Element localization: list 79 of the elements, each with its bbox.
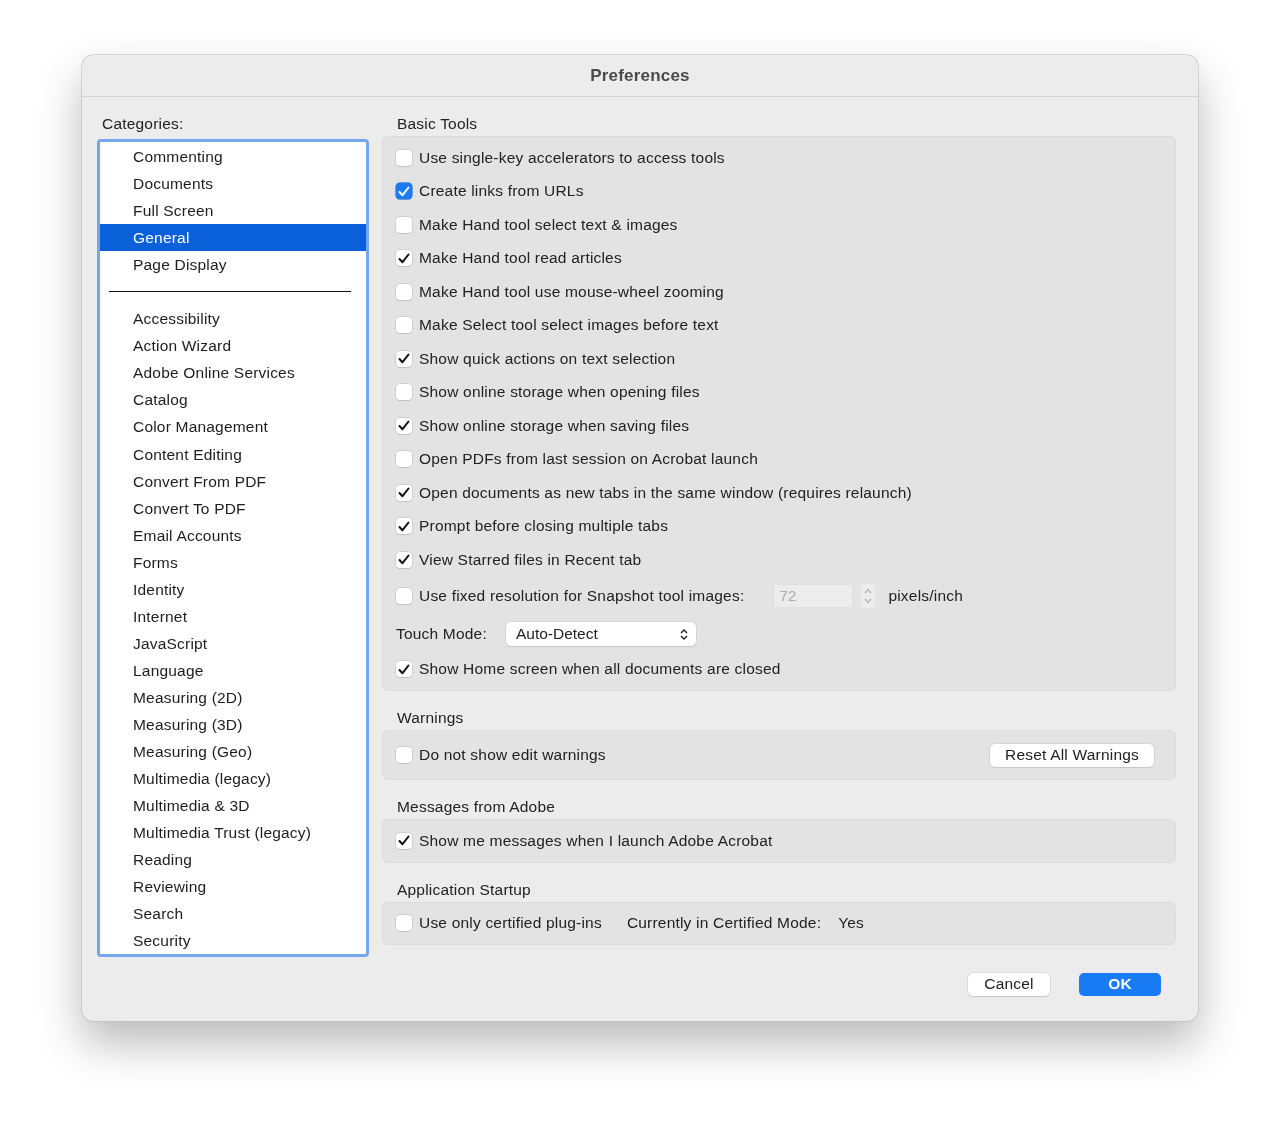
- ok-button[interactable]: OK: [1079, 972, 1161, 996]
- touch-mode-label: Touch Mode:: [396, 625, 487, 643]
- section-title: Messages from Adobe: [396, 798, 557, 817]
- category-item[interactable]: Search: [100, 900, 366, 928]
- category-item[interactable]: Adobe Online Services: [100, 359, 366, 387]
- section-title: Basic Tools: [396, 115, 479, 134]
- checkbox[interactable]: [396, 747, 412, 763]
- category-item[interactable]: Email Accounts: [100, 521, 366, 549]
- category-item[interactable]: Action Wizard: [100, 332, 366, 360]
- certified-mode-label: Currently in Certified Mode:: [626, 914, 822, 932]
- unit-label: pixels/inch: [888, 587, 963, 605]
- checkbox-label: Show online storage when saving files: [419, 416, 690, 435]
- checkbox-label: Make Hand tool select text & images: [419, 215, 678, 234]
- checkbox-label: Make Hand tool use mouse-wheel zooming: [419, 282, 724, 301]
- checkbox-label: Make Hand tool read articles: [419, 249, 622, 268]
- checkbox-label: Do not show edit warnings: [419, 746, 606, 764]
- category-item[interactable]: Color Management: [100, 413, 366, 441]
- category-item[interactable]: Language: [100, 656, 366, 684]
- category-item[interactable]: Measuring (Geo): [100, 738, 366, 766]
- checkbox-label: Create links from URLs: [419, 182, 584, 201]
- category-item[interactable]: Measuring (3D): [100, 711, 366, 739]
- category-item[interactable]: Multimedia Trust (legacy): [100, 819, 366, 847]
- checkbox[interactable]: [396, 518, 412, 535]
- category-item[interactable]: Security: [100, 927, 366, 954]
- cancel-button[interactable]: Cancel: [968, 972, 1050, 996]
- category-item[interactable]: Reviewing: [100, 873, 366, 901]
- checkbox[interactable]: [396, 551, 412, 568]
- checkbox-label: Use single-key accelerators to access tools: [419, 148, 725, 167]
- checkbox[interactable]: [396, 484, 412, 501]
- category-item[interactable]: Reading: [100, 846, 366, 874]
- checkbox-label: Show quick actions on text selection: [419, 349, 676, 368]
- category-item[interactable]: Commenting: [100, 143, 366, 171]
- checkbox[interactable]: [396, 417, 412, 434]
- checkbox[interactable]: [396, 832, 412, 849]
- category-item[interactable]: Convert From PDF: [100, 467, 366, 495]
- category-item[interactable]: Page Display: [100, 251, 366, 279]
- checkbox[interactable]: [396, 283, 412, 300]
- category-item[interactable]: Accessibility: [100, 305, 366, 333]
- window-title: Preferences: [82, 55, 1198, 97]
- checkbox-label: Open PDFs from last session on Acrobat launch: [419, 450, 758, 469]
- category-item[interactable]: Multimedia (legacy): [100, 765, 366, 793]
- checkbox-label: Open documents as new tabs in the same window (requires relaunch): [419, 483, 912, 502]
- category-item[interactable]: JavaScript: [100, 629, 366, 657]
- category-item[interactable]: Documents: [100, 170, 366, 198]
- checkbox[interactable]: [396, 250, 412, 267]
- section-title: Warnings: [396, 709, 465, 728]
- checkbox[interactable]: [396, 350, 412, 367]
- checkbox[interactable]: [396, 915, 412, 931]
- checkbox-label: Make Select tool select images before text: [419, 316, 719, 335]
- checkbox[interactable]: [396, 216, 412, 233]
- category-item[interactable]: Forms: [100, 548, 366, 576]
- checkbox-label: Show online storage when opening files: [419, 383, 700, 402]
- checkbox-label: Use fixed resolution for Snapshot tool images:: [419, 587, 745, 605]
- category-item[interactable]: Measuring (2D): [100, 683, 366, 711]
- checkbox[interactable]: [396, 451, 412, 468]
- checkbox[interactable]: [396, 317, 412, 334]
- category-item[interactable]: Content Editing: [100, 440, 366, 468]
- checkbox[interactable]: [396, 661, 412, 678]
- checkbox-label: View Starred files in Recent tab: [419, 550, 642, 569]
- checkbox-label: Use only certified plug-ins: [419, 914, 602, 932]
- certified-mode-value: Yes: [838, 914, 865, 932]
- section-title: Application Startup: [396, 880, 532, 900]
- chevron-up-down-icon: [679, 628, 688, 640]
- category-item[interactable]: Identity: [100, 575, 366, 603]
- checkbox[interactable]: [396, 149, 412, 166]
- category-item[interactable]: Convert To PDF: [100, 494, 366, 522]
- checkbox[interactable]: [396, 384, 412, 401]
- category-item[interactable]: Catalog: [100, 386, 366, 414]
- categories-label: Categories:: [101, 115, 185, 134]
- checkbox[interactable]: [396, 183, 412, 200]
- checkbox-label: Prompt before closing multiple tabs: [419, 517, 669, 536]
- checkbox-label: Show me messages when I launch Adobe Acrobat: [419, 831, 773, 850]
- category-item[interactable]: Internet: [100, 602, 366, 630]
- category-item[interactable]: Full Screen: [100, 197, 366, 225]
- touch-mode-dropdown[interactable]: Auto-Detect: [505, 622, 696, 646]
- checkbox-label: Show Home screen when all documents are closed: [419, 660, 781, 679]
- category-item[interactable]: General: [100, 224, 366, 252]
- category-item[interactable]: Multimedia & 3D: [100, 792, 366, 820]
- reset-warnings-button[interactable]: Reset All Warnings: [990, 743, 1154, 767]
